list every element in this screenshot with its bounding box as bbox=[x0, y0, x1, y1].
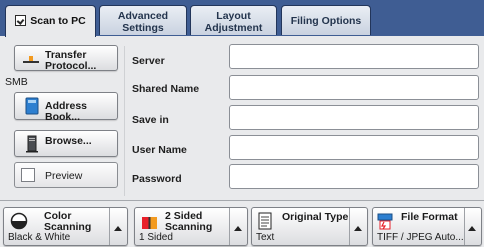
original-type-arrow-button[interactable] bbox=[349, 208, 367, 245]
file-format-label: File Format bbox=[401, 211, 458, 223]
network-transfer-icon bbox=[23, 56, 39, 63]
original-type-label: Original Type bbox=[282, 211, 349, 223]
tab-scan-to-pc[interactable]: Scan to PC bbox=[5, 5, 96, 37]
tab-layout-adjustment[interactable]: Layout Adjustment bbox=[190, 5, 277, 35]
preview-check-square[interactable] bbox=[21, 168, 35, 182]
two-sided-scanning-value: 1 Sided bbox=[139, 232, 173, 243]
file-format-arrow-button[interactable] bbox=[463, 208, 481, 245]
tab-label: Scan to PC bbox=[30, 15, 86, 27]
shared-name-field[interactable] bbox=[229, 75, 479, 100]
color-scanning-value: Black & White bbox=[8, 232, 71, 243]
two-sided-scanning-icon bbox=[142, 217, 157, 229]
save-in-field[interactable] bbox=[229, 105, 479, 130]
transfer-protocol-value: SMB bbox=[5, 76, 28, 88]
preview-checkbox[interactable]: Preview bbox=[14, 162, 118, 188]
computer-tower-icon bbox=[26, 135, 38, 153]
browse-label: Browse... bbox=[45, 135, 92, 147]
tab-advanced-settings[interactable]: Advanced Settings bbox=[99, 5, 187, 35]
password-field[interactable] bbox=[229, 164, 479, 189]
password-label: Password bbox=[132, 173, 182, 185]
color-scanning-arrow-button[interactable] bbox=[109, 208, 127, 245]
tab-filing-options[interactable]: Filing Options bbox=[281, 5, 371, 35]
color-scanning-button[interactable]: Color Scanning Black & White bbox=[3, 207, 128, 246]
user-name-label: User Name bbox=[132, 144, 187, 156]
scan-to-pc-panel: Transfer Protocol... SMB Address Book...… bbox=[0, 36, 484, 201]
shared-name-label: Shared Name bbox=[132, 83, 200, 95]
server-label: Server bbox=[132, 55, 165, 67]
file-format-value: TIFF / JPEG Auto... bbox=[377, 232, 464, 243]
transfer-protocol-line2: Protocol... bbox=[45, 60, 97, 72]
address-book-label: Address Book... bbox=[45, 100, 88, 123]
tab-label-line2: Adjustment bbox=[204, 22, 263, 34]
address-book-button[interactable]: Address Book... bbox=[14, 92, 118, 123]
checkmark-icon bbox=[15, 15, 27, 26]
original-type-value: Text bbox=[256, 232, 275, 243]
two-sided-scanning-arrow-button[interactable] bbox=[229, 208, 247, 245]
save-in-label: Save in bbox=[132, 114, 169, 126]
column-divider bbox=[124, 46, 125, 196]
tab-label: Filing Options bbox=[290, 15, 362, 27]
user-name-field[interactable] bbox=[229, 135, 479, 160]
address-book-icon bbox=[25, 97, 39, 115]
two-sided-scanning-button[interactable]: 2 Sided Scanning 1 Sided bbox=[134, 207, 248, 246]
feature-button-bar: Color Scanning Black & White 2 Sided Sca… bbox=[0, 201, 484, 247]
tab-label-line1: Layout bbox=[216, 10, 251, 22]
browse-button[interactable]: Browse... bbox=[14, 130, 118, 157]
server-field[interactable] bbox=[229, 44, 479, 69]
original-type-icon bbox=[258, 212, 272, 230]
file-format-icon bbox=[377, 213, 393, 230]
file-format-button[interactable]: File Format TIFF / JPEG Auto... bbox=[372, 207, 482, 246]
original-type-button[interactable]: Original Type Text bbox=[251, 207, 368, 246]
tab-bar: Scan to PC Advanced Settings Layout Adju… bbox=[0, 0, 484, 37]
preview-label: Preview bbox=[45, 170, 83, 182]
transfer-protocol-button[interactable]: Transfer Protocol... bbox=[14, 45, 118, 72]
tab-label-line1: Advanced bbox=[117, 10, 169, 22]
tab-label-line2: Settings bbox=[122, 22, 164, 34]
color-scanning-icon bbox=[10, 212, 28, 230]
